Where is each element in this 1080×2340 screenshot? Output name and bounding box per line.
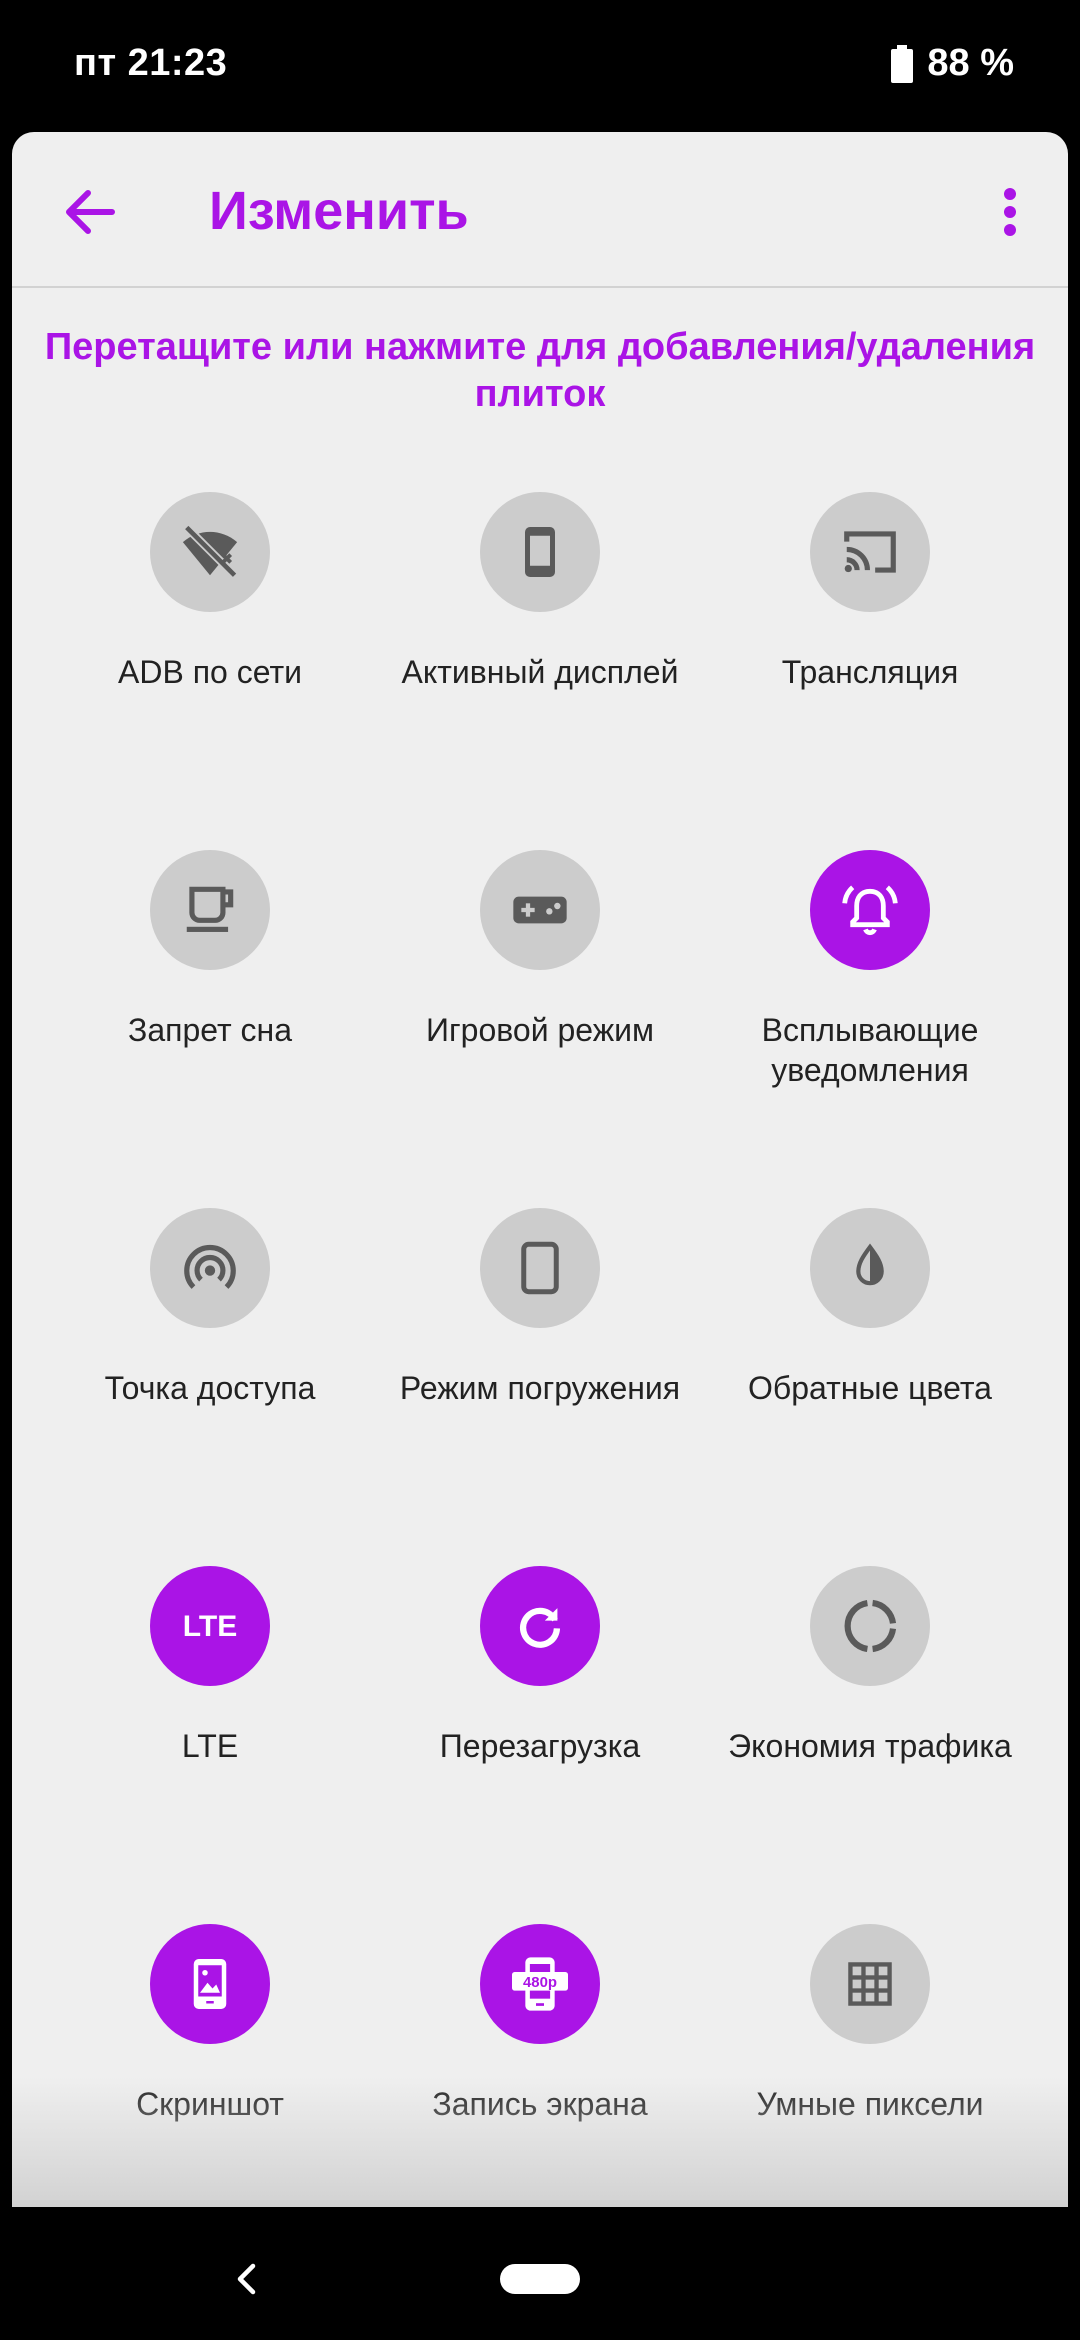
tile-icon-circle	[810, 1924, 930, 2044]
more-options-button[interactable]	[980, 180, 1040, 244]
phone-display-icon	[525, 527, 555, 577]
tile-screen-record[interactable]: 480p Запись экрана	[370, 1924, 710, 2207]
tile-cast[interactable]: Трансляция	[700, 492, 1040, 792]
tile-icon-circle	[480, 1208, 600, 1328]
tile-icon-circle	[150, 850, 270, 970]
tile-icon-circle: 480p	[480, 1924, 600, 2044]
nav-back-button[interactable]	[222, 2255, 270, 2303]
tile-icon-circle	[150, 492, 270, 612]
tile-label: Режим погружения	[399, 1370, 681, 1406]
page-title: Изменить	[209, 181, 469, 241]
tile-reboot[interactable]: Перезагрузка	[370, 1566, 710, 1866]
svg-text:LTE: LTE	[183, 1610, 237, 1643]
coffee-cup-icon	[186, 886, 234, 932]
tile-label: Игровой режим	[426, 1012, 654, 1048]
cast-icon	[844, 531, 896, 573]
tile-icon-circle	[810, 1208, 930, 1328]
wifi-off-icon	[182, 524, 238, 579]
tile-hotspot[interactable]: Точка доступа	[40, 1208, 380, 1508]
tile-game-mode[interactable]: Игровой режим	[370, 850, 710, 1150]
tile-label: Трансляция	[781, 654, 959, 690]
tile-label: Запись экрана	[432, 2086, 648, 2122]
navigation-bar	[0, 2207, 1080, 2340]
tile-label: Точка доступа	[104, 1370, 316, 1406]
tile-icon-circle	[150, 1924, 270, 2044]
tile-caffeine[interactable]: Запрет сна	[40, 850, 380, 1150]
tile-icon-circle: LTE	[150, 1566, 270, 1686]
tile-icon-circle	[810, 492, 930, 612]
invert-colors-icon	[856, 1243, 884, 1286]
tile-icon-circle	[480, 492, 600, 612]
battery-percent: 88 %	[927, 42, 1014, 84]
status-bar: пт 21:23 88 %	[0, 0, 1080, 132]
tile-heads-up[interactable]: Всплывающие уведомления	[700, 850, 1040, 1150]
back-button[interactable]	[52, 174, 128, 250]
tile-icon-circle	[480, 850, 600, 970]
tile-lte[interactable]: LTE LTE	[40, 1566, 380, 1866]
restart-icon	[519, 1607, 561, 1648]
tile-label: Активный дисплей	[401, 654, 679, 690]
chevron-left-icon	[237, 2263, 256, 2295]
tile-immersive-mode[interactable]: Режим погружения	[370, 1208, 710, 1508]
edit-tiles-panel: Изменить Перетащите или нажмите для доба…	[12, 132, 1068, 2207]
tile-smart-pixels[interactable]: Умные пиксели	[700, 1924, 1040, 2207]
instruction-text: Перетащите или нажмите для добавления/уд…	[44, 326, 1036, 415]
tile-label: Перезагрузка	[439, 1728, 641, 1764]
screen-record-badge: 480p	[523, 1974, 557, 1991]
gamepad-icon	[513, 896, 567, 924]
battery-icon	[891, 44, 914, 83]
data-saver-icon	[844, 1599, 897, 1653]
alarm-bell-icon	[842, 885, 898, 936]
nav-home-pill[interactable]	[500, 2264, 580, 2294]
status-time: пт 21:23	[74, 42, 228, 84]
tile-label: Запрет сна	[128, 1012, 292, 1048]
screenshot-icon	[193, 1959, 227, 2009]
tile-icon-circle	[810, 850, 930, 970]
more-vert-icon	[1004, 188, 1016, 236]
fullscreen-tablet-icon	[521, 1241, 559, 1295]
tile-data-saver[interactable]: Экономия трафика	[700, 1566, 1040, 1866]
tile-adb-wireless[interactable]: ADB по сети	[40, 492, 380, 792]
tile-label: Обратные цвета	[748, 1370, 992, 1406]
tile-invert-colors[interactable]: Обратные цвета	[700, 1208, 1040, 1508]
screen-record-icon: 480p	[512, 1957, 568, 2011]
lte-icon: LTE	[183, 1610, 237, 1643]
tile-label: Экономия трафика	[728, 1728, 1012, 1764]
arrow-back-icon	[66, 190, 115, 234]
grid-pixels-icon	[848, 1962, 892, 2006]
tile-label: Умные пиксели	[756, 2086, 984, 2122]
tile-icon-circle	[480, 1566, 600, 1686]
tile-ambient-display[interactable]: Активный дисплей	[370, 492, 710, 792]
tile-icon-circle	[150, 1208, 270, 1328]
tile-screenshot[interactable]: Скриншот	[40, 1924, 380, 2207]
tile-label: LTE	[181, 1728, 239, 1764]
hotspot-icon	[184, 1244, 236, 1289]
toolbar: Изменить	[12, 132, 1068, 288]
tile-icon-circle	[810, 1566, 930, 1686]
status-right: 88 %	[891, 42, 1014, 85]
tile-label: Всплывающие уведомления	[761, 1012, 979, 1088]
tile-label: ADB по сети	[118, 654, 302, 690]
tile-label: Скриншот	[136, 2086, 284, 2122]
